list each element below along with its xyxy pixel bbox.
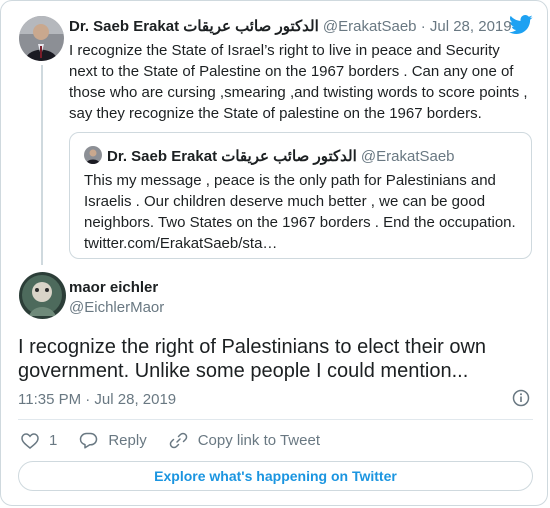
link-icon (169, 432, 187, 449)
reply-author-handle[interactable]: @EichlerMaor (69, 299, 164, 316)
quoted-author-avatar (84, 146, 102, 164)
reply-timestamp[interactable]: 11:35 PM · Jul 28, 2019 (18, 391, 176, 408)
quoted-author-handle: @ErakatSaeb (360, 148, 455, 165)
quoted-tweet-card[interactable]: Dr. Saeb Erakat الدكتور صائب عريقات @Era… (69, 132, 532, 259)
reply-tweet-text: I recognize the right of Palestinians to… (18, 336, 487, 382)
reply-author-name[interactable]: maor eichler (69, 279, 158, 296)
divider (18, 419, 533, 420)
dot-separator: · (420, 18, 426, 35)
copy-link-label: Copy link to Tweet (197, 432, 320, 449)
primary-tweet-header: Dr. Saeb Erakat الدكتور صائب عريقات @Era… (69, 17, 512, 35)
tweet-embed-card: Dr. Saeb Erakat الدكتور صائب عريقات @Era… (0, 0, 548, 506)
portrait-image (19, 272, 66, 319)
info-icon[interactable] (512, 389, 530, 407)
like-button[interactable]: 1 (21, 432, 57, 449)
explore-twitter-button[interactable]: Explore what's happening on Twitter (18, 461, 533, 491)
like-count: 1 (49, 432, 58, 449)
twitter-bird-icon[interactable] (509, 15, 533, 35)
quoted-tweet-header: Dr. Saeb Erakat الدكتور صائب عريقات @Era… (107, 147, 455, 165)
primary-tweet-date[interactable]: Jul 28, 2019 (430, 18, 512, 35)
reply-author-avatar[interactable] (19, 272, 66, 319)
reply-label: Reply (108, 432, 147, 449)
primary-author-handle[interactable]: @ErakatSaeb (323, 18, 417, 35)
primary-author-avatar[interactable] (19, 16, 64, 61)
quoted-tweet-text: This my message , peace is the only path… (84, 172, 516, 252)
copy-link-button[interactable]: Copy link to Tweet (169, 431, 320, 450)
heart-icon (21, 432, 39, 449)
tweet-actions-bar: 1 Reply Copy link to Tweet (21, 431, 342, 450)
quoted-author-name: Dr. Saeb Erakat الدكتور صائب عريقات (107, 148, 357, 165)
portrait-image (84, 146, 102, 164)
reply-button[interactable]: Reply (79, 432, 147, 449)
primary-tweet-text: I recognize the State of Israel’s right … (69, 42, 528, 122)
primary-author-name[interactable]: Dr. Saeb Erakat الدكتور صائب عريقات (69, 18, 319, 35)
thread-connector-line (41, 65, 43, 265)
reply-bubble-icon (80, 432, 98, 449)
portrait-image (19, 16, 64, 61)
